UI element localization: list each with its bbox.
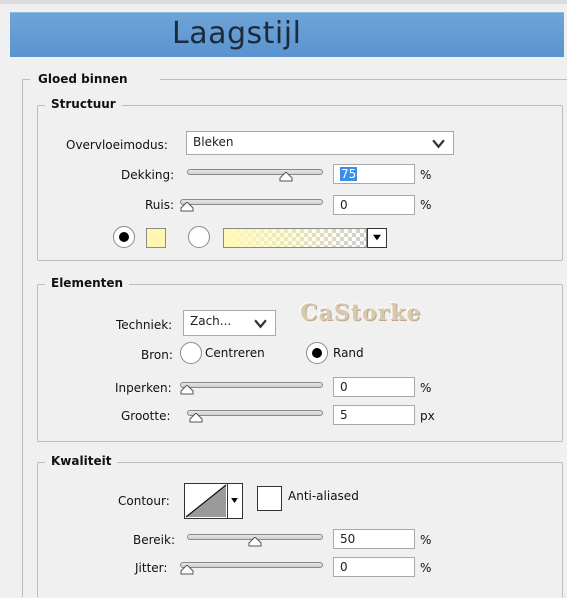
range-slider-thumb[interactable]	[248, 537, 262, 547]
source-center-label: Centreren	[205, 346, 265, 360]
choke-slider-thumb[interactable]	[180, 385, 194, 395]
noise-label: Ruis:	[145, 198, 175, 212]
source-edge-label: Rand	[333, 346, 364, 360]
opacity-label: Dekking:	[121, 168, 175, 182]
opacity-value: 75	[340, 167, 358, 181]
opacity-slider-thumb[interactable]	[279, 172, 293, 182]
contour-dropdown-button[interactable]	[228, 483, 243, 519]
dialog-title: Laagstijl	[172, 16, 302, 51]
size-slider-track	[187, 410, 323, 416]
contour-linear-icon	[185, 484, 227, 518]
range-unit: %	[420, 533, 432, 547]
range-label: Bereik:	[133, 533, 175, 547]
triangle-down-icon	[231, 498, 238, 503]
kwaliteit-title: Kwaliteit	[45, 454, 118, 468]
outer-group-border-top-left	[22, 79, 30, 80]
noise-slider[interactable]	[180, 199, 323, 212]
range-input[interactable]: 50	[333, 529, 415, 549]
size-input[interactable]: 5	[333, 405, 415, 425]
source-center-radio[interactable]	[180, 342, 202, 364]
jitter-unit: %	[420, 561, 432, 575]
jitter-slider-track	[180, 562, 323, 568]
elementen-title: Elementen	[45, 276, 130, 290]
choke-slider[interactable]	[180, 382, 323, 395]
choke-unit: %	[420, 381, 432, 395]
opacity-unit: %	[420, 168, 432, 182]
size-unit: px	[420, 409, 435, 423]
size-slider-thumb[interactable]	[189, 413, 203, 423]
gradient-radio[interactable]	[188, 226, 210, 248]
noise-input[interactable]: 0	[333, 195, 415, 215]
outer-group-border-top-right	[160, 79, 567, 80]
jitter-slider[interactable]	[180, 562, 323, 575]
solid-color-radio[interactable]	[113, 226, 135, 248]
contour-picker[interactable]	[184, 483, 228, 519]
blend-mode-select[interactable]: Bleken	[186, 131, 454, 155]
source-edge-radio[interactable]	[306, 342, 328, 364]
gradient-fill	[224, 229, 366, 247]
blend-mode-label: Overvloeimodus:	[66, 138, 168, 152]
technique-value: Zach...	[190, 314, 232, 328]
glow-color-swatch[interactable]	[146, 228, 166, 248]
noise-slider-track	[180, 199, 323, 205]
technique-label: Techniek:	[116, 318, 173, 332]
source-label: Bron:	[141, 348, 173, 362]
jitter-slider-thumb[interactable]	[180, 565, 194, 575]
outer-group-border-left	[22, 79, 23, 597]
opacity-slider-track	[187, 169, 323, 175]
chevron-down-icon	[432, 139, 445, 149]
size-label: Grootte:	[121, 409, 171, 423]
antialias-label: Anti-aliased	[288, 489, 359, 503]
choke-label: Inperken:	[115, 381, 172, 395]
kwaliteit-group	[37, 462, 563, 598]
section-title: Gloed binnen	[38, 72, 128, 86]
choke-input[interactable]: 0	[333, 377, 415, 397]
watermark-text: CaStorke	[300, 300, 422, 326]
chevron-down-icon	[254, 319, 267, 329]
gradient-swatch[interactable]	[223, 228, 367, 248]
top-strip	[0, 0, 567, 4]
blend-mode-value: Bleken	[193, 135, 234, 149]
choke-slider-track	[180, 382, 323, 388]
antialias-checkbox[interactable]	[257, 486, 282, 511]
noise-slider-thumb[interactable]	[180, 202, 194, 212]
technique-select[interactable]: Zach...	[183, 310, 276, 336]
jitter-label: Jitter:	[135, 561, 168, 575]
noise-unit: %	[420, 198, 432, 212]
jitter-input[interactable]: 0	[333, 557, 415, 577]
range-slider[interactable]	[187, 534, 323, 547]
triangle-down-icon	[373, 234, 381, 241]
opacity-slider[interactable]	[187, 169, 323, 182]
gradient-dropdown-button[interactable]	[367, 228, 387, 248]
opacity-input[interactable]: 75	[333, 164, 415, 184]
contour-label: Contour:	[118, 494, 170, 508]
size-slider[interactable]	[187, 410, 323, 423]
structuur-title: Structuur	[45, 97, 122, 111]
